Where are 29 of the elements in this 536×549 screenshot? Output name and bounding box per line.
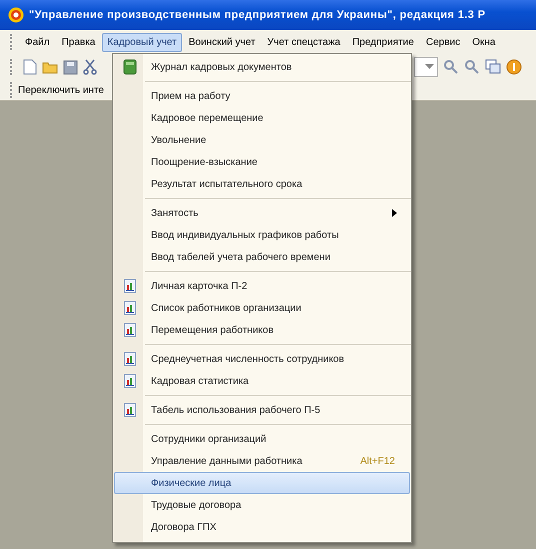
menu-item[interactable]: Перемещения работников — [114, 319, 410, 341]
menu-item[interactable]: Занятость — [114, 202, 410, 224]
menu-item[interactable]: Физические лица — [114, 472, 410, 494]
menu-item[interactable]: Прием на работу — [114, 85, 410, 107]
menu-bar-item[interactable]: Сервис — [420, 32, 466, 52]
menu-item[interactable]: Ввод индивидуальных графиков работы — [114, 224, 410, 246]
menu-item[interactable]: Поощрение-взыскание — [114, 151, 410, 173]
menu-bar-item[interactable]: Кадровый учет — [102, 32, 182, 52]
menu-item[interactable]: Увольнение — [114, 129, 410, 151]
menu-item[interactable]: Табель использования рабочего П-5 — [114, 399, 410, 421]
menu-bar-item[interactable]: Правка — [56, 32, 100, 52]
switch-interface-label[interactable]: Переключить инте — [18, 84, 104, 96]
window-title: "Управление производственным предприятием для Украины", редакция 1.3 Р — [29, 9, 486, 21]
menu-bar-item[interactable]: Воинский учет — [184, 32, 260, 52]
menu-item[interactable]: Список работников организации — [114, 297, 410, 319]
menu-bar-item[interactable]: Учет спецстажа — [262, 32, 346, 52]
menu-item[interactable]: Среднеучетная численность сотрудников — [114, 348, 410, 370]
menu-item[interactable]: Трудовые договора — [114, 494, 410, 516]
menu-bar-item[interactable]: Предприятие — [347, 32, 419, 52]
menu-item[interactable]: Договора ГПХ — [114, 516, 410, 538]
menu-item[interactable]: Ввод табелей учета рабочего времени — [114, 246, 410, 268]
menu-item[interactable]: Кадровое перемещение — [114, 107, 410, 129]
menu-item[interactable]: Управление данными работника Alt+F12 — [114, 450, 410, 472]
menu-bar-item[interactable]: Файл — [20, 32, 55, 52]
menu-item[interactable]: Сотрудники организаций — [114, 428, 410, 450]
menu-item[interactable]: Кадровая статистика — [114, 370, 410, 392]
menu-bar-item[interactable]: Окна — [467, 32, 500, 52]
menu-item[interactable]: Результат испытательного срока — [114, 173, 410, 195]
menu-item[interactable]: Личная карточка П-2 — [114, 275, 410, 297]
